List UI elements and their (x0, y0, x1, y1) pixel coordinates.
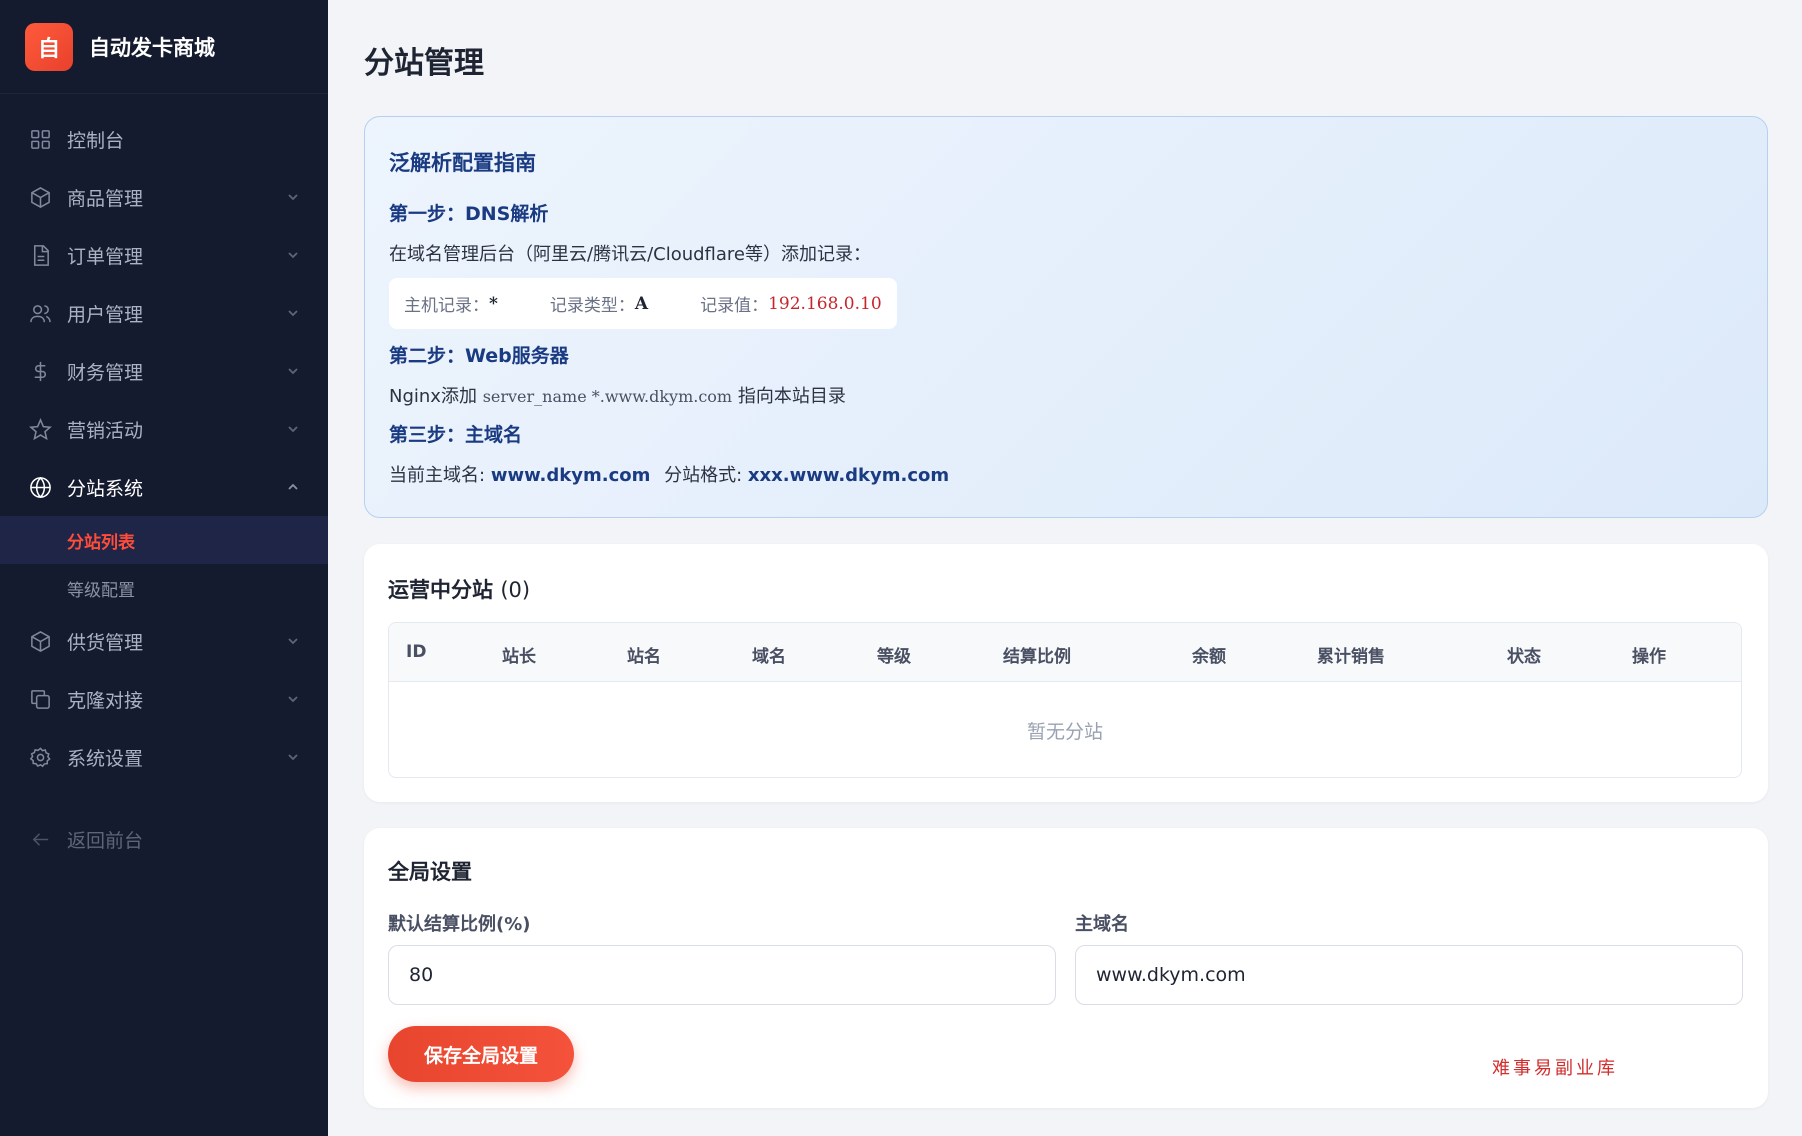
global-settings-title: 全局设置 (388, 860, 472, 884)
sidebar-item-dashboard[interactable]: 控制台 (0, 110, 328, 168)
active-sites-title: 运营中分站 (0) (388, 574, 530, 604)
sidebar-item-marketing[interactable]: 营销活动 (0, 400, 328, 458)
sidebar-item-label: 订单管理 (67, 245, 144, 268)
chevron-down-icon (286, 190, 300, 204)
step3-format-label: 分站格式: (664, 465, 743, 486)
main-domain-label: 主域名 (1075, 914, 1129, 935)
ratio-input[interactable] (388, 945, 1056, 1005)
brand-logo: 自 (25, 22, 73, 71)
global-settings-card: 全局设置 默认结算比例(%) 主域名 保存全局设置 难事易副业库 (364, 828, 1768, 1108)
page-title: 分站管理 (364, 46, 484, 81)
step3-title: 第三步：主域名 (389, 424, 523, 446)
wildcard-guide-card: 泛解析配置指南 第一步：DNS解析 在域名管理后台（阿里云/腾讯云/Cloudf… (364, 116, 1768, 518)
col-ratio: 结算比例 (1003, 647, 1071, 667)
chevron-down-icon (286, 422, 300, 436)
chevron-down-icon (286, 306, 300, 320)
chevron-down-icon (286, 692, 300, 706)
chevron-down-icon (286, 634, 300, 648)
ratio-label: 默认结算比例(%) (388, 914, 531, 935)
users-icon (27, 300, 53, 326)
step2-suffix: 指向本站目录 (737, 386, 846, 407)
record-value-label: 记录值： (700, 296, 769, 316)
sidebar-item-users[interactable]: 用户管理 (0, 284, 328, 342)
brand-name: 自动发卡商城 (89, 35, 215, 60)
step2-code: server_name *.www.dkym.com (482, 387, 733, 406)
sidebar-item-label: 控制台 (67, 129, 125, 152)
record-host-label: 主机记录： (404, 296, 489, 316)
step3-text: 当前主域名: www.dkym.com 分站格式: xxx.www.dkym.c… (389, 461, 1743, 487)
sidebar-item-label: 商品管理 (67, 187, 144, 210)
col-total-sales: 累计销售 (1317, 647, 1385, 667)
dns-record-box: 主机记录： * 记录类型： A 记录值： 192.168.0.10 (389, 278, 897, 329)
document-icon (27, 242, 53, 268)
sidebar: 自 自动发卡商城 控制台 商品管理 订单管理 用户管理 财务管理 营销活动 分站… (0, 0, 328, 1136)
sites-table: ID 站长 站名 域名 等级 结算比例 余额 累计销售 状态 操作 暂无分站 (388, 622, 1742, 778)
record-type-label: 记录类型： (549, 296, 635, 316)
step2-prefix: Nginx添加 (389, 386, 477, 407)
watermark: 难事易副业库 (1492, 1058, 1618, 1079)
sidebar-item-orders[interactable]: 订单管理 (0, 226, 328, 284)
star-icon (27, 416, 53, 442)
col-level: 等级 (877, 647, 911, 667)
record-type-value: A (634, 293, 649, 314)
box-icon (27, 184, 53, 210)
col-owner: 站长 (502, 647, 536, 667)
save-global-settings-button[interactable]: 保存全局设置 (388, 1026, 574, 1082)
col-domain: 域名 (752, 647, 786, 667)
box-icon (27, 628, 53, 654)
sidebar-item-clone[interactable]: 克隆对接 (0, 670, 328, 728)
grid-icon (27, 126, 53, 152)
arrow-left-icon (27, 826, 53, 852)
sidebar-item-label: 用户管理 (67, 303, 144, 326)
sidebar-item-label: 系统设置 (67, 747, 144, 770)
table-header: ID 站长 站名 域名 等级 结算比例 余额 累计销售 状态 操作 (389, 623, 1741, 682)
col-status: 状态 (1507, 647, 1541, 667)
col-site-name: 站名 (627, 647, 661, 667)
sidebar-item-label: 供货管理 (67, 631, 144, 654)
gear-icon (27, 744, 53, 770)
active-sites-card: 运营中分站 (0) ID 站长 站名 域名 等级 结算比例 余额 累计销售 状态… (364, 544, 1768, 802)
empty-state: 暂无分站 (1026, 721, 1103, 743)
brand[interactable]: 自 自动发卡商城 (0, 0, 328, 94)
globe-icon (27, 474, 53, 500)
guide-title: 泛解析配置指南 (389, 151, 536, 175)
col-id: ID (406, 642, 427, 662)
step2-text: Nginx添加 server_name *.www.dkym.com 指向本站目… (389, 382, 1743, 408)
record-value-value: 192.168.0.10 (768, 293, 882, 314)
record-host-value: * (489, 293, 498, 314)
sidebar-item-label: 营销活动 (67, 419, 144, 442)
sidebar-item-label: 分站系统 (67, 477, 144, 500)
sidebar-subitem-level-config[interactable]: 等级配置 (0, 564, 328, 612)
step1-text: 在域名管理后台（阿里云/腾讯云/Cloudflare等）添加记录： (389, 244, 871, 265)
step3-main-value: www.dkym.com (490, 465, 651, 486)
col-actions: 操作 (1632, 647, 1666, 667)
back-to-frontend-link[interactable]: 返回前台 (0, 810, 328, 868)
main-domain-input[interactable] (1075, 945, 1743, 1005)
sidebar-item-label: 财务管理 (67, 361, 144, 384)
sidebar-item-finance[interactable]: 财务管理 (0, 342, 328, 400)
sidebar-item-supply[interactable]: 供货管理 (0, 612, 328, 670)
chevron-down-icon (286, 750, 300, 764)
active-sites-count: (0) (500, 578, 531, 602)
copy-icon (27, 686, 53, 712)
chevron-down-icon (286, 248, 300, 262)
step1-title: 第一步：DNS解析 (389, 203, 549, 225)
back-label: 返回前台 (67, 829, 144, 852)
sidebar-nav: 控制台 商品管理 订单管理 用户管理 财务管理 营销活动 分站系统 分站列表 等… (0, 94, 328, 868)
active-sites-title-text: 运营中分站 (388, 578, 493, 602)
chevron-up-icon (286, 480, 300, 494)
step3-format-value: xxx.www.dkym.com (747, 465, 950, 486)
sidebar-subitem-substation-list[interactable]: 分站列表 (0, 516, 328, 564)
sidebar-item-products[interactable]: 商品管理 (0, 168, 328, 226)
sidebar-item-substation[interactable]: 分站系统 (0, 458, 328, 516)
chevron-down-icon (286, 364, 300, 378)
sidebar-item-settings[interactable]: 系统设置 (0, 728, 328, 786)
dollar-icon (27, 358, 53, 384)
sidebar-item-label: 克隆对接 (67, 689, 144, 712)
step2-title: 第二步：Web服务器 (389, 345, 569, 367)
col-balance: 余额 (1192, 647, 1226, 667)
step3-main-label: 当前主域名: (389, 465, 486, 486)
